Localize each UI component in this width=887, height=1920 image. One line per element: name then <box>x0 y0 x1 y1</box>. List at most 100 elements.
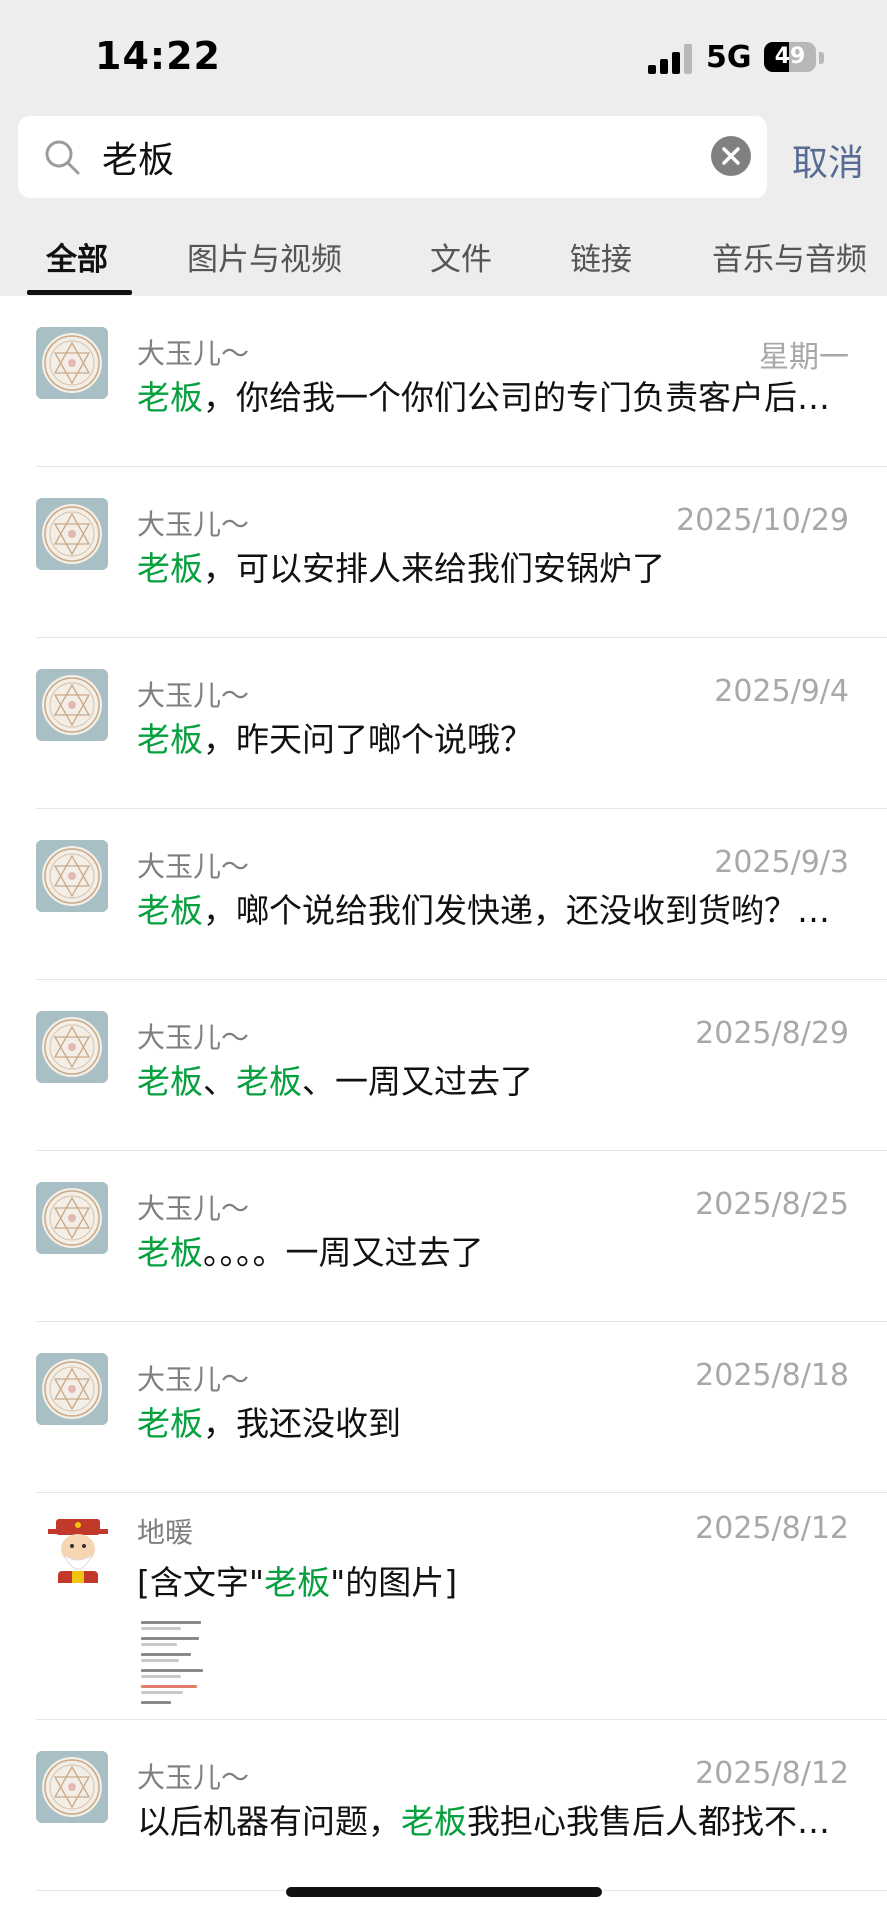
image-thumbnail[interactable] <box>137 1615 229 1715</box>
message-snippet: 老板，啷个说给我们发快递，还没收到货哟？… <box>137 884 852 932</box>
keyword-highlight: 老板 <box>137 1404 203 1443</box>
thumbnail-line <box>141 1643 177 1646</box>
home-indicator <box>286 1887 602 1897</box>
message-date: 星期一 <box>759 340 849 375</box>
search-result-item[interactable]: 大玉儿～ 2025/9/4 老板，昨天问了啷个说哦？ <box>0 638 887 809</box>
contact-name: 大玉儿～ <box>137 1363 250 1396</box>
thumbnail-line <box>141 1621 201 1624</box>
message-snippet: 老板、老板、一周又过去了 <box>137 1055 852 1103</box>
message-date: 2025/9/3 <box>714 845 849 880</box>
battery-cap <box>819 52 824 64</box>
snippet-text: ，昨天问了啷个说哦？ <box>203 720 533 759</box>
snippet-text: [含文字" <box>137 1563 265 1602</box>
god-of-wealth-avatar <box>36 1511 108 1583</box>
clear-search-button[interactable] <box>711 136 751 176</box>
message-snippet: 以后机器有问题，老板我担心我售后人都找不… <box>137 1795 852 1843</box>
thumbnail-line <box>141 1691 183 1694</box>
snippet-text: 、一周又过去了 <box>302 1062 533 1101</box>
message-date: 2025/8/18 <box>695 1358 849 1393</box>
search-result-item[interactable]: 地暖 2025/8/12 [含文字"老板"的图片] <box>0 1493 887 1720</box>
keyword-highlight: 老板 <box>137 1062 203 1101</box>
search-result-item[interactable]: 大玉儿～ 2025/8/29 老板、老板、一周又过去了 <box>0 980 887 1151</box>
search-results-list: 大玉儿～ 星期一 老板，你给我一个你们公司的专门负责客户后… 大玉儿～ 2025/10/… <box>0 296 887 1891</box>
thumbnail-line <box>141 1685 197 1688</box>
tab-files[interactable]: 文件 <box>430 234 492 279</box>
contact-name: 大玉儿～ <box>137 508 250 541</box>
contact-name: 大玉儿～ <box>137 1021 250 1054</box>
message-snippet: 老板。。。。一周又过去了 <box>137 1226 852 1274</box>
snippet-text: ，我还没收到 <box>203 1404 401 1443</box>
message-snippet: 老板，可以安排人来给我们安锅炉了 <box>137 542 852 590</box>
contact-name: 大玉儿～ <box>137 337 250 370</box>
cellular-signal-icon <box>648 44 692 74</box>
snippet-text: ，可以安排人来给我们安锅炉了 <box>203 549 665 588</box>
search-result-item[interactable]: 大玉儿～ 2025/9/3 老板，啷个说给我们发快递，还没收到货哟？… <box>0 809 887 980</box>
search-bar[interactable] <box>18 116 767 198</box>
message-snippet: 老板，你给我一个你们公司的专门负责客户后… <box>137 371 852 419</box>
seal-avatar <box>36 327 108 399</box>
search-result-item[interactable]: 大玉儿～ 2025/8/12 以后机器有问题，老板我担心我售后人都找不… <box>0 1720 887 1891</box>
contact-name: 大玉儿～ <box>137 850 250 883</box>
keyword-highlight: 老板 <box>236 1062 302 1101</box>
cancel-button[interactable]: 取消 <box>792 134 864 186</box>
tab-all[interactable]: 全部 <box>46 234 108 279</box>
keyword-highlight: 老板 <box>137 549 203 588</box>
status-time: 14:22 <box>95 34 221 78</box>
tab-images-videos[interactable]: 图片与视频 <box>187 234 342 279</box>
keyword-highlight: 老板 <box>264 1563 331 1602</box>
message-date: 2025/9/4 <box>714 674 849 709</box>
thumbnail-line <box>141 1701 171 1704</box>
seal-avatar <box>36 1353 108 1425</box>
thumbnail-line <box>141 1659 179 1662</box>
close-icon <box>722 147 740 165</box>
tab-music-audio[interactable]: 音乐与音频 <box>712 234 867 279</box>
contact-name: 大玉儿～ <box>137 1761 250 1794</box>
keyword-highlight: 老板 <box>137 891 203 930</box>
message-date: 2025/8/12 <box>695 1511 849 1546</box>
active-tab-indicator <box>27 290 132 295</box>
thumbnail-line <box>141 1637 199 1640</box>
message-date: 2025/8/25 <box>695 1187 849 1222</box>
result-type-tabs: 全部 图片与视频 文件 链接 音乐与音频 <box>0 234 887 296</box>
snippet-text: "的图片] <box>330 1563 458 1602</box>
seal-avatar <box>36 498 108 570</box>
seal-avatar <box>36 1751 108 1823</box>
keyword-highlight: 老板 <box>137 378 203 417</box>
keyword-highlight: 老板 <box>401 1802 467 1841</box>
thumbnail-line <box>141 1653 191 1656</box>
seal-avatar <box>36 1182 108 1254</box>
seal-avatar <box>36 1011 108 1083</box>
keyword-highlight: 老板 <box>137 720 203 759</box>
thumbnail-line <box>141 1675 181 1678</box>
search-result-item[interactable]: 大玉儿～ 2025/10/29 老板，可以安排人来给我们安锅炉了 <box>0 467 887 638</box>
search-result-item[interactable]: 大玉儿～ 2025/8/18 老板，我还没收到 <box>0 1322 887 1493</box>
search-result-item[interactable]: 大玉儿～ 星期一 老板，你给我一个你们公司的专门负责客户后… <box>0 296 887 467</box>
snippet-text: ，啷个说给我们发快递，还没收到货哟？… <box>203 891 830 930</box>
contact-name: 大玉儿～ <box>137 679 250 712</box>
contact-name: 地暖 <box>137 1516 194 1549</box>
message-snippet: 老板，我还没收到 <box>137 1397 852 1445</box>
snippet-text: 、 <box>203 1062 236 1101</box>
snippet-text: 以后机器有问题， <box>137 1802 401 1841</box>
snippet-text: 。。。。一周又过去了 <box>203 1233 484 1272</box>
network-label: 5G <box>706 40 752 75</box>
thumbnail-line <box>141 1669 203 1672</box>
message-snippet: 老板，昨天问了啷个说哦？ <box>137 713 852 761</box>
search-result-item[interactable]: 大玉儿～ 2025/8/25 老板。。。。一周又过去了 <box>0 1151 887 1322</box>
snippet-text: ，你给我一个你们公司的专门负责客户后… <box>203 378 830 417</box>
search-icon <box>45 140 80 175</box>
message-date: 2025/8/12 <box>695 1756 849 1791</box>
keyword-highlight: 老板 <box>137 1233 203 1272</box>
seal-avatar <box>36 840 108 912</box>
thumbnail-line <box>141 1627 181 1630</box>
battery-percent: 49 <box>774 44 806 69</box>
snippet-text: 我担心我售后人都找不… <box>467 1802 830 1841</box>
contact-name: 大玉儿～ <box>137 1192 250 1225</box>
search-input[interactable] <box>102 128 662 186</box>
battery-icon: 49 <box>764 42 816 72</box>
message-snippet: [含文字"老板"的图片] <box>137 1556 852 1604</box>
message-date: 2025/8/29 <box>695 1016 849 1051</box>
message-date: 2025/10/29 <box>676 503 849 538</box>
seal-avatar <box>36 669 108 741</box>
tab-links[interactable]: 链接 <box>570 234 632 279</box>
